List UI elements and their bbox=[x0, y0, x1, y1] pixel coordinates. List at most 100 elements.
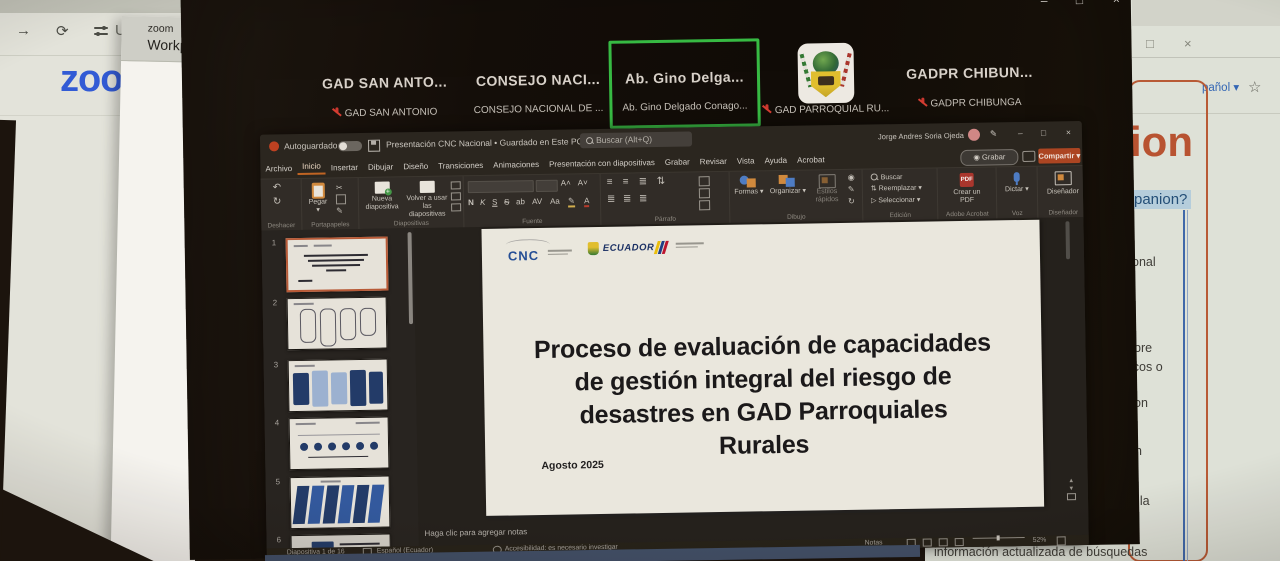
new-slide-button[interactable]: + Nueva diapositiva bbox=[361, 181, 403, 212]
menu-animaciones[interactable]: Animaciones bbox=[488, 159, 544, 169]
grow-font-icon[interactable]: A˄ bbox=[561, 178, 571, 187]
slide-thumbnail[interactable] bbox=[290, 476, 391, 530]
shrink-font-icon[interactable]: A˅ bbox=[578, 178, 588, 187]
slide-thumbnail[interactable] bbox=[288, 359, 389, 413]
smartart-icon[interactable] bbox=[699, 200, 710, 210]
strikethrough-button[interactable]: S bbox=[504, 197, 509, 206]
maximize-icon[interactable]: □ bbox=[1076, 0, 1083, 7]
section-icon[interactable] bbox=[451, 203, 461, 211]
share-button[interactable]: Compartir ▾ bbox=[1038, 148, 1080, 164]
text-direction-icon[interactable] bbox=[699, 176, 710, 186]
close-icon[interactable]: × bbox=[1113, 0, 1120, 6]
user-avatar[interactable] bbox=[968, 129, 980, 141]
menu-presentacion[interactable]: Presentación con diapositivas bbox=[544, 157, 660, 168]
slide-nav-buttons[interactable]: ▴▾ bbox=[1067, 477, 1076, 503]
font-color-button[interactable]: A bbox=[584, 196, 590, 207]
slideshow-view-icon[interactable] bbox=[955, 538, 964, 546]
fit-slide-icon[interactable] bbox=[1057, 536, 1066, 545]
menu-insertar[interactable]: Insertar bbox=[326, 162, 363, 172]
reset-icon[interactable] bbox=[451, 192, 461, 200]
bold-button[interactable]: N bbox=[468, 198, 474, 207]
slide-thumbnail[interactable] bbox=[286, 237, 389, 293]
character-spacing-button[interactable]: ab bbox=[516, 197, 525, 206]
dictate-button[interactable]: Dictar ▾ bbox=[1001, 172, 1033, 195]
menu-inicio[interactable]: Inicio bbox=[297, 161, 326, 174]
underline-button[interactable]: S bbox=[492, 198, 497, 207]
font-name-select[interactable] bbox=[468, 180, 534, 193]
participant-tile[interactable]: GAD PARROQUIAL RU... bbox=[753, 36, 897, 120]
copy-icon[interactable] bbox=[336, 194, 346, 204]
paste-button[interactable]: Pegar ▾ bbox=[306, 182, 331, 214]
close-icon[interactable]: × bbox=[1066, 127, 1071, 137]
minimize-icon[interactable]: – bbox=[1018, 128, 1023, 138]
shapes-button[interactable]: Formas ▾ bbox=[732, 175, 766, 197]
italic-button[interactable]: K bbox=[480, 198, 485, 207]
redo-icon[interactable]: ↻ bbox=[273, 196, 282, 207]
slide-scrollbar[interactable] bbox=[1065, 221, 1070, 259]
arrange-button[interactable]: Organizar ▾ bbox=[768, 175, 808, 197]
bookmark-star-icon[interactable]: ☆ bbox=[1248, 78, 1261, 96]
participant-tile[interactable]: GADPR CHIBUN... GADPR CHIBUNGA bbox=[896, 34, 1042, 118]
find-button[interactable]: Buscar bbox=[871, 173, 903, 183]
menu-ayuda[interactable]: Ayuda bbox=[759, 155, 792, 165]
designer-button[interactable]: Diseñador bbox=[1042, 171, 1084, 197]
save-icon[interactable] bbox=[368, 140, 380, 152]
indent-icon[interactable]: ≣ bbox=[639, 176, 648, 187]
font-size-select[interactable] bbox=[536, 180, 558, 192]
autosave-toggle[interactable] bbox=[338, 141, 362, 151]
cut-icon[interactable]: ✂ bbox=[336, 183, 343, 192]
menu-grabar[interactable]: Grabar bbox=[660, 157, 695, 167]
restore-icon[interactable]: □ bbox=[1041, 128, 1046, 138]
menu-diseno[interactable]: Diseño bbox=[398, 161, 433, 171]
close-icon[interactable]: × bbox=[1184, 36, 1192, 51]
participant-tile[interactable]: GAD SAN ANTO... GAD SAN ANTONIO bbox=[301, 43, 467, 128]
line-spacing-icon[interactable]: ⇅ bbox=[657, 176, 666, 187]
slide-thumbnail[interactable] bbox=[289, 417, 390, 471]
undo-icon[interactable]: ↶ bbox=[273, 182, 282, 193]
menu-revisar[interactable]: Revisar bbox=[695, 156, 732, 166]
reading-view-icon[interactable] bbox=[939, 538, 948, 546]
pen-icon[interactable]: ✎ bbox=[990, 128, 997, 139]
reuse-slides-button[interactable]: Volver a usar las diapositivas bbox=[405, 180, 450, 219]
slide-thumbnail[interactable] bbox=[287, 297, 388, 351]
comment-icon[interactable] bbox=[1022, 151, 1035, 162]
replace-button[interactable]: ⇅ Reemplazar ▾ bbox=[871, 185, 922, 194]
layout-icon[interactable] bbox=[451, 181, 461, 189]
record-button[interactable]: ◉ Grabar bbox=[960, 149, 1018, 166]
active-speaker-tile[interactable]: Ab. Gino Delga... Ab. Gino Delgado Conag… bbox=[608, 38, 760, 128]
tune-icon[interactable] bbox=[94, 26, 108, 36]
menu-vista[interactable]: Vista bbox=[732, 156, 760, 165]
document-title[interactable]: Presentación CNC Nacional • Guardado en … bbox=[386, 136, 589, 150]
quick-styles-button[interactable]: Estilos rápidos bbox=[812, 174, 842, 205]
align-center-icon[interactable]: ≣ bbox=[623, 193, 632, 204]
aa-button[interactable]: Aa bbox=[550, 197, 560, 206]
menu-archivo[interactable]: Archivo bbox=[260, 164, 297, 174]
quick-styles-icon bbox=[818, 174, 835, 188]
highlight-color-button[interactable]: ✎ bbox=[568, 196, 575, 207]
create-pdf-button[interactable]: PDF Crear un PDF bbox=[946, 173, 989, 206]
menu-transiciones[interactable]: Transiciones bbox=[433, 160, 488, 170]
thumbnail-scrollbar[interactable] bbox=[408, 232, 414, 324]
zoom-slider[interactable] bbox=[973, 537, 1025, 539]
slide-sorter-icon[interactable] bbox=[923, 539, 932, 547]
current-slide[interactable]: CNC ECUADOR Proceso de evaluación de cap… bbox=[481, 220, 1044, 516]
forward-icon[interactable]: → bbox=[16, 22, 31, 39]
minimize-icon[interactable]: – bbox=[1041, 0, 1048, 8]
align-right-icon[interactable]: ≣ bbox=[639, 193, 648, 204]
change-case-button[interactable]: AV bbox=[532, 197, 542, 206]
menu-dibujar[interactable]: Dibujar bbox=[363, 162, 398, 172]
numbering-icon[interactable]: ≡ bbox=[623, 177, 629, 188]
align-left-icon[interactable]: ≣ bbox=[607, 194, 616, 205]
bullets-icon[interactable]: ≡ bbox=[607, 177, 613, 188]
menu-acrobat[interactable]: Acrobat bbox=[792, 155, 830, 165]
participant-tile[interactable]: CONSEJO NACI... CONSEJO NACIONAL DE ... bbox=[466, 41, 609, 125]
select-button[interactable]: ▷ Seleccionar ▾ bbox=[871, 197, 921, 206]
restore-icon[interactable]: □ bbox=[1146, 36, 1154, 51]
shape-outline-icon[interactable]: ✎ bbox=[848, 185, 855, 194]
shape-fill-icon[interactable]: ◉ bbox=[848, 173, 855, 182]
shape-effects-icon[interactable]: ↻ bbox=[848, 197, 855, 206]
search-input[interactable]: Buscar (Alt+Q) bbox=[580, 131, 692, 148]
format-painter-icon[interactable]: ✎ bbox=[336, 206, 343, 215]
reload-icon[interactable]: ⟳ bbox=[56, 22, 69, 40]
align-text-icon[interactable] bbox=[699, 188, 710, 198]
